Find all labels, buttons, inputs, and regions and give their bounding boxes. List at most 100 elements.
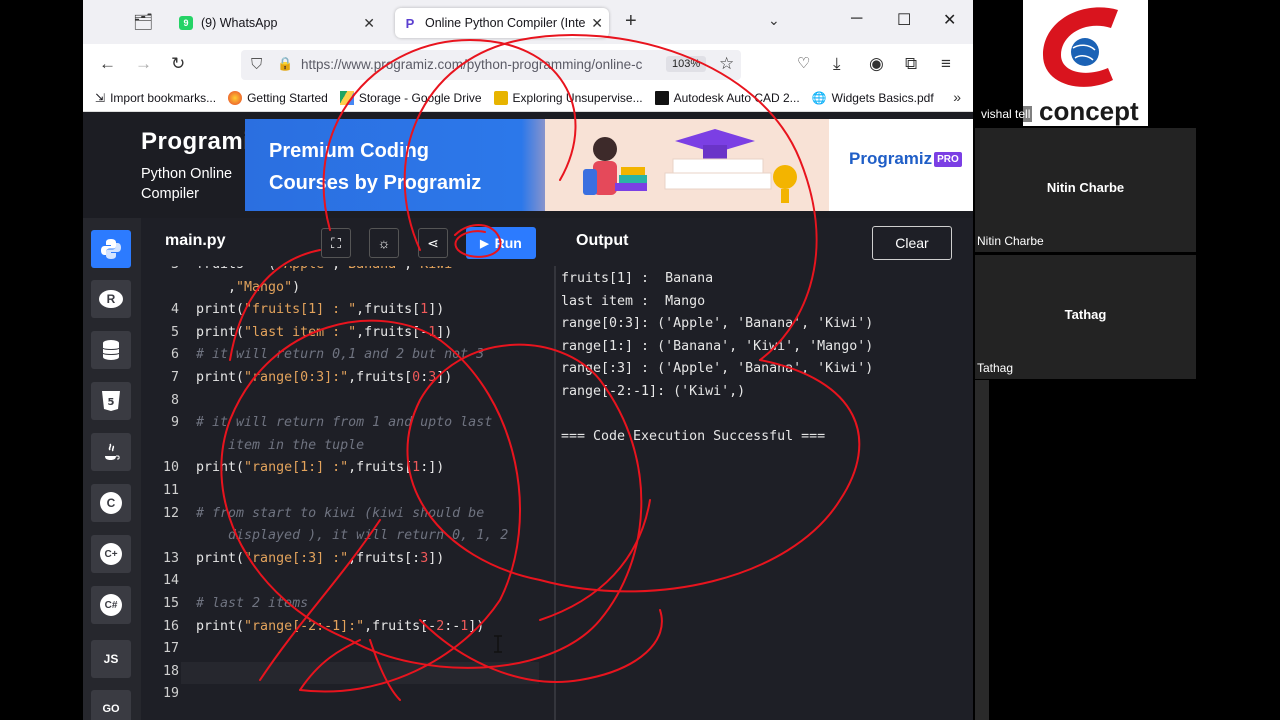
- code-line[interactable]: 10 print("range[1:] :",fruits[1:]): [141, 457, 444, 479]
- browser-window: 🗂 9 (9) WhatsApp ✕ P Online Python Compi…: [83, 0, 973, 720]
- k-icon: [493, 90, 508, 105]
- language-cpp-icon[interactable]: C+: [91, 535, 131, 573]
- language-sidebar: R 5 C C+ C# JS GO: [83, 218, 141, 720]
- code-line[interactable]: 9 # it will return from 1 and upto last: [141, 412, 492, 434]
- language-python-icon[interactable]: [91, 230, 131, 268]
- new-tab-icon[interactable]: +: [625, 10, 637, 33]
- run-button[interactable]: ▶ Run: [466, 227, 536, 259]
- lock-icon[interactable]: 🔒: [277, 56, 293, 72]
- code-line[interactable]: 15 # last 2 items: [141, 593, 308, 615]
- url-text[interactable]: https://www.programiz.com/python-program…: [301, 57, 661, 72]
- code-line[interactable]: 18: [141, 661, 196, 683]
- reload-icon[interactable]: ↻: [171, 54, 185, 74]
- bookmark-widgets[interactable]: 🌐 Widgets Basics.pdf: [812, 91, 934, 105]
- menu-icon[interactable]: ≡: [941, 54, 951, 74]
- file-name-tab[interactable]: main.py: [165, 232, 225, 250]
- code-line[interactable]: 4 print("fruits[1] : ",fruits[1]): [141, 299, 444, 321]
- participant-tile-tathag[interactable]: Tathag Tathag: [975, 255, 1196, 379]
- code-line[interactable]: 11: [141, 480, 196, 502]
- film-icon: [654, 90, 669, 105]
- fullscreen-icon[interactable]: ⛶: [321, 228, 351, 258]
- line-number: 6: [170, 347, 179, 363]
- participant-label: Tathag: [977, 361, 1014, 375]
- meeting-video-panel: concept vishal tell Nitin Charbe Nitin C…: [973, 0, 1280, 720]
- close-tab-icon[interactable]: ✕: [591, 15, 603, 32]
- line-number: 12: [162, 505, 179, 521]
- line-number: 4: [170, 302, 179, 318]
- pocket-icon[interactable]: ♡: [797, 54, 810, 72]
- chevron-down-icon[interactable]: ⌄: [768, 12, 780, 29]
- theme-toggle-icon[interactable]: ☼: [369, 228, 399, 258]
- code-line[interactable]: 16 print("range[-2:-1]:",fruits[-2:-1]): [141, 616, 484, 638]
- language-js-icon[interactable]: JS: [91, 640, 131, 678]
- code-line[interactable]: 14: [141, 570, 196, 592]
- forward-icon[interactable]: →: [135, 54, 152, 74]
- close-tab-icon[interactable]: ✕: [363, 15, 375, 32]
- code-line[interactable]: item in the tuple: [141, 435, 364, 457]
- line-number: 11: [162, 483, 179, 498]
- participant-tile-vishal[interactable]: concept vishal tell: [975, 0, 1196, 126]
- account-icon[interactable]: ◉: [869, 54, 884, 74]
- back-icon[interactable]: ←: [99, 54, 116, 74]
- language-csharp-icon[interactable]: C#: [91, 586, 131, 624]
- code-line[interactable]: 12 # from start to kiwi (kiwi should be: [141, 503, 484, 525]
- banner-brand: Programiz PRO: [849, 149, 962, 169]
- clear-button[interactable]: Clear: [872, 226, 952, 260]
- tab-history-icon[interactable]: 🗂: [133, 12, 153, 32]
- bookmark-exploring[interactable]: Exploring Unsupervise...: [493, 90, 643, 105]
- language-html-icon[interactable]: 5: [91, 382, 131, 420]
- output-line: range[-2:-1]: ('Kiwi',): [561, 383, 746, 399]
- bookmark-autocad[interactable]: Autodesk Auto CAD 2...: [654, 90, 800, 105]
- share-icon[interactable]: ⋖: [418, 228, 448, 258]
- bookmark-import[interactable]: ⇲ Import bookmarks...: [95, 91, 216, 105]
- bookmark-google-drive[interactable]: Storage - Google Drive: [339, 90, 482, 105]
- close-window-icon[interactable]: ✕: [943, 10, 956, 30]
- site-header: Programiz Python Online Compiler Premium…: [83, 112, 973, 218]
- participant-name: Tathag: [1064, 307, 1107, 322]
- tab-whatsapp[interactable]: 9 (9) WhatsApp ✕: [171, 8, 381, 38]
- bookmark-star-icon[interactable]: ☆: [719, 54, 734, 74]
- participant-name: vishal tell: [979, 106, 1033, 122]
- line-number: 15: [162, 596, 179, 611]
- language-c-icon[interactable]: C: [91, 484, 131, 522]
- minimize-icon[interactable]: ─: [851, 10, 862, 28]
- tab-label: (9) WhatsApp: [201, 16, 278, 30]
- code-line[interactable]: 3fruits = ("Apple","Banana","Kiwi": [141, 266, 460, 276]
- tab-programiz[interactable]: P Online Python Compiler (Inter ✕: [395, 8, 609, 38]
- language-sql-icon[interactable]: [91, 331, 131, 369]
- language-r-icon[interactable]: R: [91, 280, 131, 318]
- code-line[interactable]: 19: [141, 683, 196, 705]
- address-bar[interactable]: ⛉ 🔒 https://www.programiz.com/python-pro…: [241, 50, 741, 80]
- line-number: 10: [162, 460, 179, 476]
- code-line[interactable]: 7 print("range[0:3]:",fruits[0:3]): [141, 367, 452, 389]
- concept-logo-text: concept: [1039, 96, 1139, 126]
- code-line[interactable]: 6 # it will return 0,1 and 2 but not 3: [141, 344, 484, 366]
- panel-scrollbar[interactable]: [975, 380, 989, 720]
- code-line[interactable]: displayed ), it will return 0, 1, 2: [141, 525, 508, 547]
- bookmarks-bar: ⇲ Import bookmarks... Getting Started St…: [83, 84, 973, 112]
- code-line[interactable]: 13 print("range[:3] :",fruits[:3]): [141, 548, 444, 570]
- shield-icon[interactable]: ⛉: [251, 56, 262, 73]
- more-bookmarks-icon[interactable]: »: [953, 89, 961, 105]
- promo-banner[interactable]: Premium Coding Courses by Programiz Prog…: [245, 119, 973, 211]
- svg-text:5: 5: [108, 397, 115, 408]
- bookmark-getting-started[interactable]: Getting Started: [228, 90, 328, 105]
- code-line[interactable]: 17: [141, 638, 196, 660]
- download-icon[interactable]: ⤓: [833, 54, 841, 74]
- code-line[interactable]: ,"Mango"): [141, 277, 300, 299]
- participant-name: Nitin Charbe: [1046, 180, 1125, 195]
- code-editor: main.py ⛶ ☼ ⋖ ▶ Run 3fruits = ("Apple","…: [141, 218, 556, 720]
- extensions-icon[interactable]: ⧉: [905, 54, 917, 74]
- whatsapp-icon: 9: [179, 16, 193, 30]
- zoom-level[interactable]: 103%: [666, 56, 707, 72]
- language-go-icon[interactable]: GO: [91, 690, 131, 720]
- code-line[interactable]: 5 print("last item : ",fruits[-1]): [141, 322, 452, 344]
- output-line: range[0:3]: ('Apple', 'Banana', 'Kiwi'): [561, 316, 874, 332]
- code-line[interactable]: 8: [141, 390, 196, 412]
- language-java-icon[interactable]: [91, 433, 131, 471]
- tab-bar: 🗂 9 (9) WhatsApp ✕ P Online Python Compi…: [83, 0, 973, 44]
- code-area[interactable]: 3fruits = ("Apple","Banana","Kiwi" ,"Man…: [141, 266, 556, 720]
- participant-tile-nitin[interactable]: Nitin Charbe Nitin Charbe: [975, 128, 1196, 252]
- maximize-icon[interactable]: ☐: [897, 10, 911, 30]
